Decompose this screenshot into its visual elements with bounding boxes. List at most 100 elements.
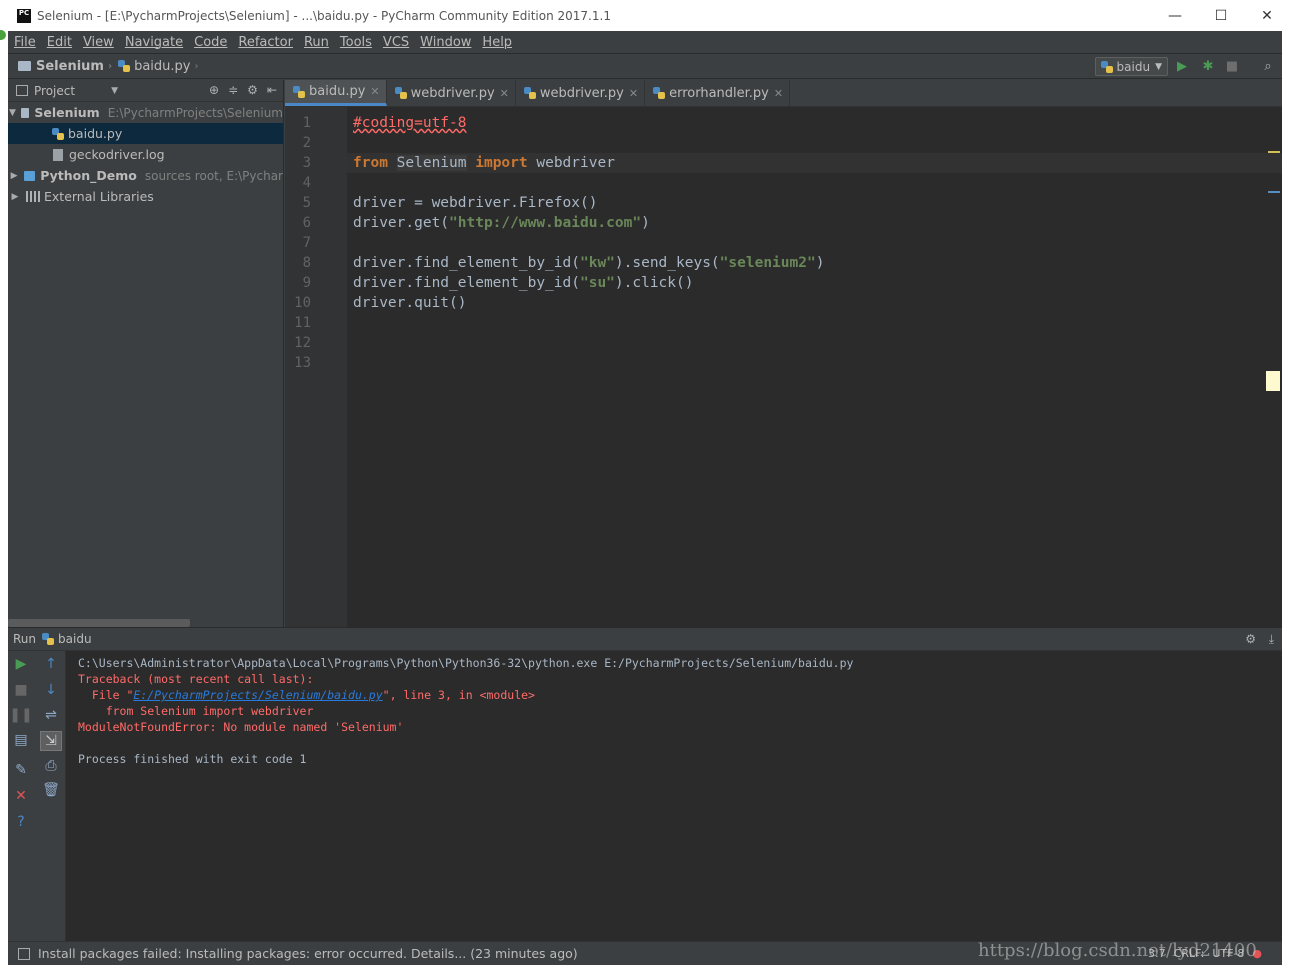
pin-icon[interactable]: ✎ [12, 761, 30, 779]
toggle-tool-windows-icon[interactable] [18, 947, 30, 960]
warning-stripe-marker[interactable] [1266, 371, 1280, 391]
code-token: driver.find_element_by_id( [353, 255, 580, 271]
error-stripe-marker[interactable] [1268, 151, 1280, 153]
menu-navigate[interactable]: Navigate [125, 35, 183, 50]
title-bar: PC Selenium - [E:\PycharmProjects\Seleni… [0, 0, 1290, 31]
menu-refactor[interactable]: Refactor [238, 35, 293, 50]
gear-icon[interactable]: ⚙ [247, 83, 258, 97]
tab-webdriver-py[interactable]: webdriver.py ✕ [387, 80, 516, 106]
python-file-icon [1100, 60, 1113, 73]
tab-errorhandler-py[interactable]: errorhandler.py ✕ [645, 80, 791, 106]
soft-wrap-icon[interactable]: ⇌ [42, 706, 60, 724]
tree-item-label: Selenium [34, 105, 100, 120]
line-number: 1 [302, 115, 311, 131]
scroll-to-end-icon[interactable]: ⇲ [40, 731, 62, 751]
print-icon[interactable]: ⎙ [42, 757, 60, 775]
chevron-down-icon[interactable]: ▼ [111, 86, 118, 96]
console-error-message: ModuleNotFoundError: No module named 'Se… [78, 720, 404, 734]
close-icon[interactable]: ✕ [629, 87, 638, 100]
hide-panel-icon[interactable]: ⤓ [1269, 632, 1274, 647]
close-icon[interactable]: ✕ [500, 87, 509, 100]
tree-item-label: Python_Demo [40, 168, 137, 183]
line-number: 8 [302, 255, 311, 271]
collapse-all-icon[interactable]: ≑ [228, 83, 238, 97]
pycharm-logo-icon: PC [17, 8, 31, 23]
breadcrumb-project[interactable]: Selenium › [18, 59, 112, 74]
maximize-button[interactable]: ☐ [1198, 0, 1244, 31]
search-icon[interactable]: ⌕ [1260, 58, 1276, 74]
menu-file[interactable]: File [14, 35, 36, 50]
line-number: 9 [302, 275, 311, 291]
close-icon[interactable]: ✕ [12, 787, 30, 805]
source-folder-icon [24, 170, 36, 181]
line-number: 7 [302, 235, 311, 251]
console-exit-message: Process finished with exit code 1 [78, 752, 307, 766]
expand-arrow-icon[interactable]: ▼ [8, 108, 17, 118]
menu-window[interactable]: Window [420, 35, 471, 50]
locate-icon[interactable]: ⊕ [209, 83, 219, 97]
close-icon[interactable]: ✕ [370, 85, 379, 98]
menu-bar: File Edit View Navigate Code Refactor Ru… [8, 31, 1282, 53]
code-editor[interactable]: #coding=utf-8 from Selenium import webdr… [347, 107, 1282, 627]
menu-view[interactable]: View [83, 35, 114, 50]
stop-icon[interactable]: ■ [12, 681, 30, 699]
gear-icon[interactable]: ⚙ [1245, 632, 1256, 646]
menu-help[interactable]: Help [482, 35, 512, 50]
status-message[interactable]: Install packages failed: Installing pack… [38, 946, 578, 961]
status-dot-icon [0, 30, 6, 40]
run-configuration-select[interactable]: baidu ▼ [1094, 57, 1168, 76]
run-panel: Run baidu ⚙ ⤓ ▶ ■ ❚❚ ▤ ✎ ✕ ? ↑ ↓ ⇌ ⇲ ⎙ 🗑… [8, 627, 1282, 942]
tree-item-python-demo[interactable]: ▶ Python_Demo sources root, E:\Pychar [8, 165, 283, 186]
ide-frame: File Edit View Navigate Code Refactor Ru… [8, 31, 1282, 965]
tree-item-geckodriver-log[interactable]: geckodriver.log [8, 144, 283, 165]
folder-icon [21, 107, 30, 118]
run-icon[interactable]: ▶ [1174, 58, 1190, 74]
pause-icon[interactable]: ❚❚ [9, 706, 32, 724]
string-token: "kw" [579, 255, 615, 271]
menu-vcs[interactable]: VCS [383, 35, 409, 50]
line-number: 6 [302, 215, 311, 231]
code-token: driver.get( [353, 215, 450, 231]
horizontal-scrollbar[interactable] [8, 619, 190, 627]
tree-item-selenium[interactable]: ▼ Selenium E:\PycharmProjects\Selenium [8, 102, 283, 123]
text-file-icon [53, 148, 63, 161]
arrow-down-icon[interactable]: ↓ [42, 681, 60, 699]
tab-baidu-py[interactable]: baidu.py ✕ [285, 80, 387, 106]
breadcrumb-file[interactable]: baidu.py › [118, 58, 199, 74]
tab-webdriver-py-2[interactable]: webdriver.py ✕ [516, 80, 646, 106]
breadcrumb-file-label: baidu.py [134, 58, 191, 74]
keyword-token: import [475, 155, 528, 171]
menu-edit[interactable]: Edit [47, 35, 72, 50]
menu-tools[interactable]: Tools [340, 35, 372, 50]
debug-icon[interactable]: ✱ [1200, 58, 1216, 74]
console-file-link[interactable]: E:/PycharmProjects/Selenium/baidu.py [133, 688, 382, 702]
minimize-button[interactable]: — [1152, 0, 1198, 31]
run-tab-label[interactable]: baidu [58, 632, 92, 646]
menu-run[interactable]: Run [304, 35, 329, 50]
close-icon[interactable]: ✕ [774, 87, 783, 100]
code-token: driver.find_element_by_id( [353, 275, 580, 291]
rerun-icon[interactable]: ▶ [12, 655, 30, 673]
tree-item-external-libraries[interactable]: ▶ External Libraries [8, 186, 283, 207]
menu-code[interactable]: Code [194, 35, 227, 50]
tree-item-baidu-py[interactable]: baidu.py [8, 123, 283, 144]
stop-icon[interactable]: ■ [1224, 58, 1240, 74]
comment-token: #coding=utf-8 [353, 115, 467, 131]
close-window-button[interactable]: ✕ [1244, 0, 1290, 31]
project-icon [16, 85, 28, 96]
window-edge [1282, 31, 1290, 972]
expand-arrow-icon[interactable]: ▶ [8, 171, 20, 181]
module-token: Selenium [396, 155, 467, 171]
code-token: ) [815, 255, 825, 271]
trash-icon[interactable]: 🗑 [42, 781, 60, 799]
line-number: 11 [294, 315, 311, 331]
hide-panel-icon[interactable]: ⇤ [267, 83, 277, 97]
help-icon[interactable]: ? [12, 813, 30, 831]
dump-threads-icon[interactable]: ▤ [12, 731, 30, 749]
project-view-select[interactable]: Project [34, 84, 75, 98]
expand-arrow-icon[interactable]: ▶ [8, 192, 22, 202]
console-output[interactable]: C:\Users\Administrator\AppData\Local\Pro… [78, 655, 853, 767]
string-token: "selenium2" [719, 255, 816, 271]
arrow-up-icon[interactable]: ↑ [42, 655, 60, 673]
run-panel-header: Run baidu ⚙ ⤓ [8, 628, 1282, 651]
